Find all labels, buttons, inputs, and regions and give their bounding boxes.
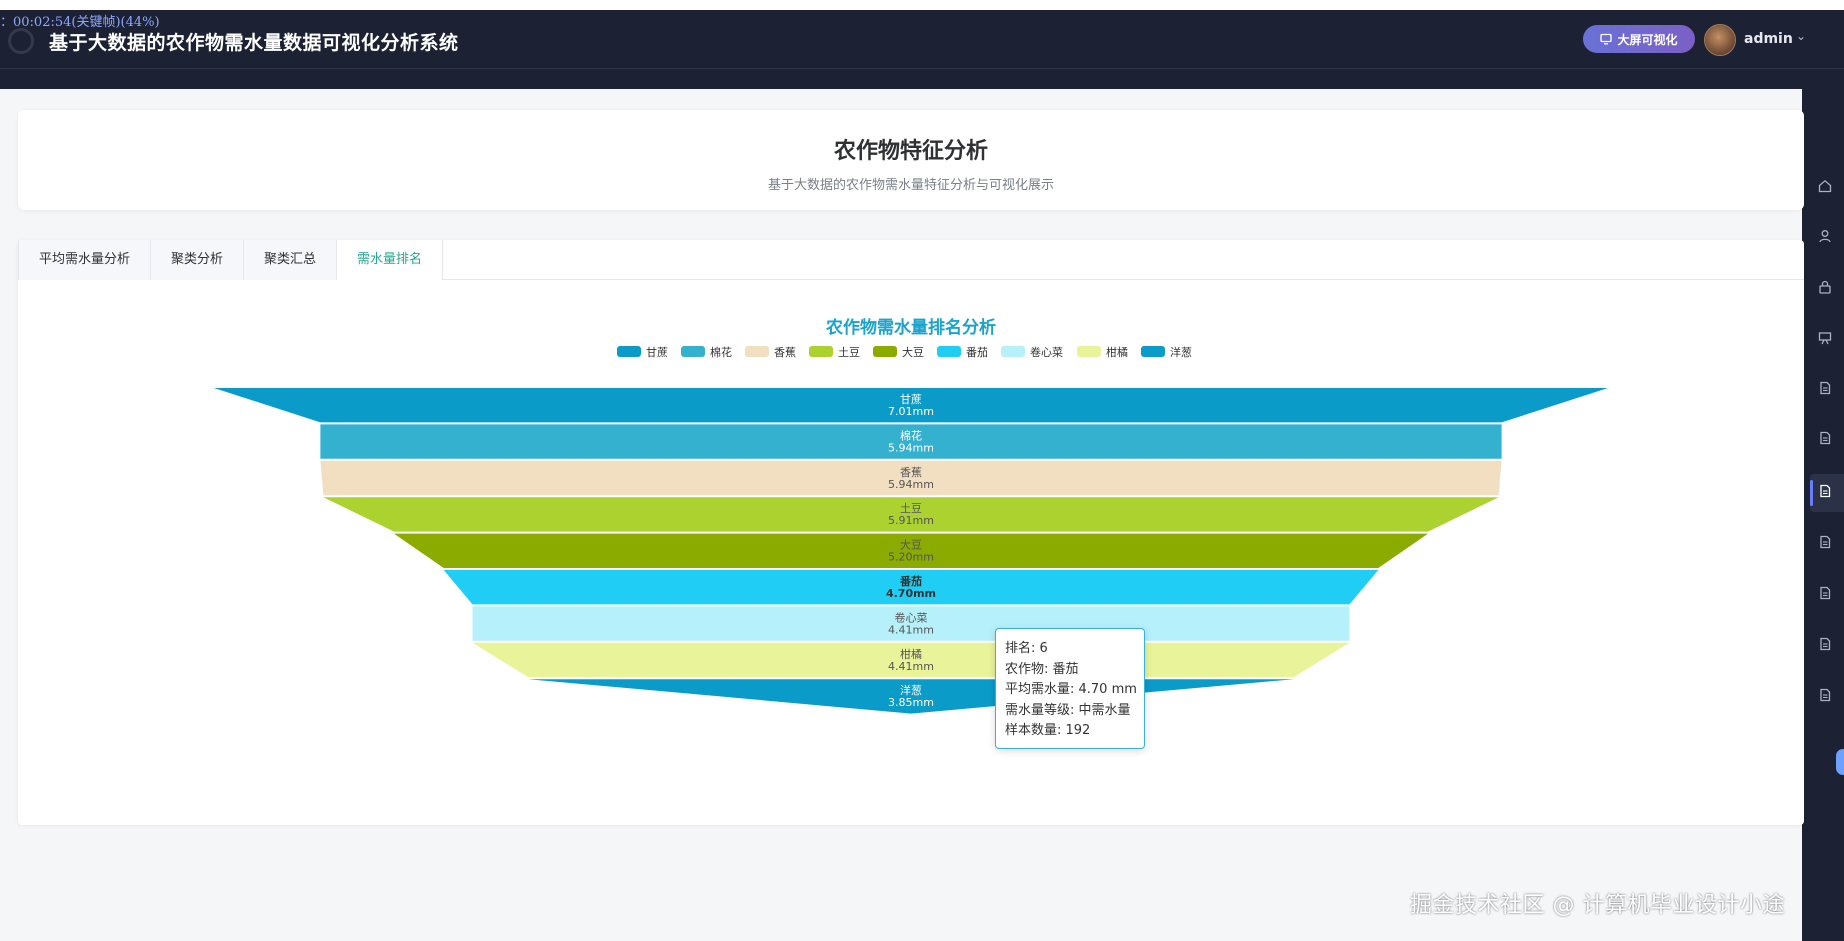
legend-label[interactable]: 卷心菜 bbox=[1030, 345, 1063, 359]
funnel-label-value: 3.85mm bbox=[888, 696, 934, 709]
legend-swatch[interactable] bbox=[1141, 346, 1165, 357]
legend-swatch[interactable] bbox=[873, 346, 897, 357]
funnel-label-name: 洋葱 bbox=[900, 683, 922, 697]
chart-tooltip: 排名: 6 农作物: 番茄 平均需水量: 4.70 mm 需水量等级: 中需水量… bbox=[995, 628, 1145, 749]
funnel-label-value: 4.41mm bbox=[888, 623, 934, 636]
chart-title: 农作物需水量排名分析 bbox=[825, 317, 996, 338]
funnel-label-value: 5.94mm bbox=[888, 441, 934, 454]
funnel-segments: 甘蔗7.01mm棉花5.94mm香蕉5.94mm土豆5.91mm大豆5.20mm… bbox=[214, 388, 1608, 714]
funnel-label-name: 卷心菜 bbox=[895, 610, 928, 624]
funnel-label-value: 4.41mm bbox=[888, 660, 934, 673]
funnel-label-value: 5.94mm bbox=[888, 478, 934, 491]
legend-label[interactable]: 柑橘 bbox=[1106, 345, 1128, 359]
funnel-label-value: 5.91mm bbox=[888, 514, 934, 527]
funnel-label-name: 柑橘 bbox=[900, 647, 922, 661]
funnel-label-value: 5.20mm bbox=[888, 551, 934, 564]
funnel-label-value: 4.70mm bbox=[886, 587, 936, 600]
funnel-label-name: 大豆 bbox=[900, 538, 922, 552]
legend-swatch[interactable] bbox=[1077, 346, 1101, 357]
legend-label[interactable]: 大豆 bbox=[902, 345, 924, 359]
legend-swatch[interactable] bbox=[745, 346, 769, 357]
funnel-label-name: 番茄 bbox=[899, 574, 922, 588]
legend-label[interactable]: 洋葱 bbox=[1170, 345, 1192, 359]
legend-swatch[interactable] bbox=[681, 346, 705, 357]
legend-swatch[interactable] bbox=[1001, 346, 1025, 357]
legend-swatch[interactable] bbox=[617, 346, 641, 357]
tooltip-sample-count: 样本数量: 192 bbox=[1005, 723, 1091, 738]
legend-swatch[interactable] bbox=[937, 346, 961, 357]
legend-label[interactable]: 香蕉 bbox=[774, 346, 796, 359]
legend-label[interactable]: 棉花 bbox=[710, 345, 732, 359]
funnel-label-value: 7.01mm bbox=[888, 405, 934, 418]
legend-swatch[interactable] bbox=[809, 346, 833, 357]
tooltip-rank: 排名: 6 bbox=[1005, 641, 1048, 656]
legend-label[interactable]: 土豆 bbox=[838, 346, 860, 359]
funnel-chart: 农作物需水量排名分析 甘蔗 棉花 香蕉 土豆 大豆 番茄 卷心菜 柑橘 洋葱 甘蔗 7.01mm 棉… bbox=[214, 317, 1608, 714]
chart-legend: 甘蔗 棉花 香蕉 土豆 大豆 番茄 卷心菜 柑橘 洋葱 bbox=[617, 345, 1192, 359]
legend-label[interactable]: 番茄 bbox=[966, 345, 988, 359]
watermark: 掘金技术社区 @ 计算机毕业设计小途 bbox=[1410, 893, 1785, 918]
funnel-label-name: 棉花 bbox=[900, 428, 922, 442]
tooltip-water-level: 需水量等级: 中需水量 bbox=[1005, 702, 1131, 718]
tooltip-avg-water: 平均需水量: 4.70 mm bbox=[1005, 682, 1137, 697]
legend-label[interactable]: 甘蔗 bbox=[646, 346, 668, 359]
tooltip-crop: 农作物: 番茄 bbox=[1005, 661, 1079, 677]
